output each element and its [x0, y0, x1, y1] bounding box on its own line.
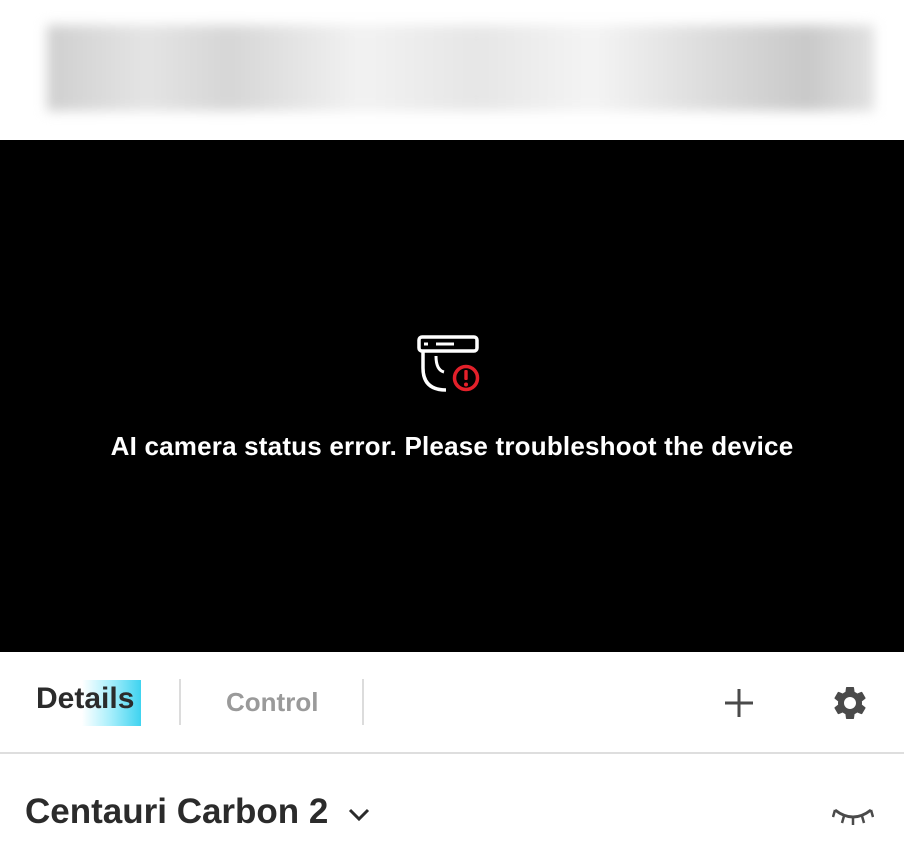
- camera-video-area[interactable]: AI camera status error. Please troublesh…: [0, 140, 904, 652]
- tab-divider: [362, 679, 364, 725]
- device-name[interactable]: Centauri Carbon 2: [25, 792, 328, 832]
- tab-details[interactable]: Details: [36, 682, 134, 716]
- camera-error-message: AI camera status error. Please troublesh…: [110, 431, 794, 461]
- blurred-banner-image: [47, 25, 874, 111]
- eye-closed-icon[interactable]: [832, 804, 874, 826]
- tab-control[interactable]: Control: [226, 687, 318, 718]
- device-selector-row: Centauri Carbon 2: [0, 756, 904, 862]
- gear-icon[interactable]: [830, 683, 870, 723]
- top-banner: [0, 0, 904, 140]
- plus-icon[interactable]: [722, 686, 756, 720]
- chevron-down-icon[interactable]: [346, 806, 372, 824]
- tab-divider: [179, 679, 181, 725]
- tab-control-label: Control: [226, 687, 319, 717]
- tab-details-label: Details: [36, 682, 135, 715]
- tab-bar: Details Control: [0, 652, 904, 754]
- camera-error-icon: [417, 335, 480, 392]
